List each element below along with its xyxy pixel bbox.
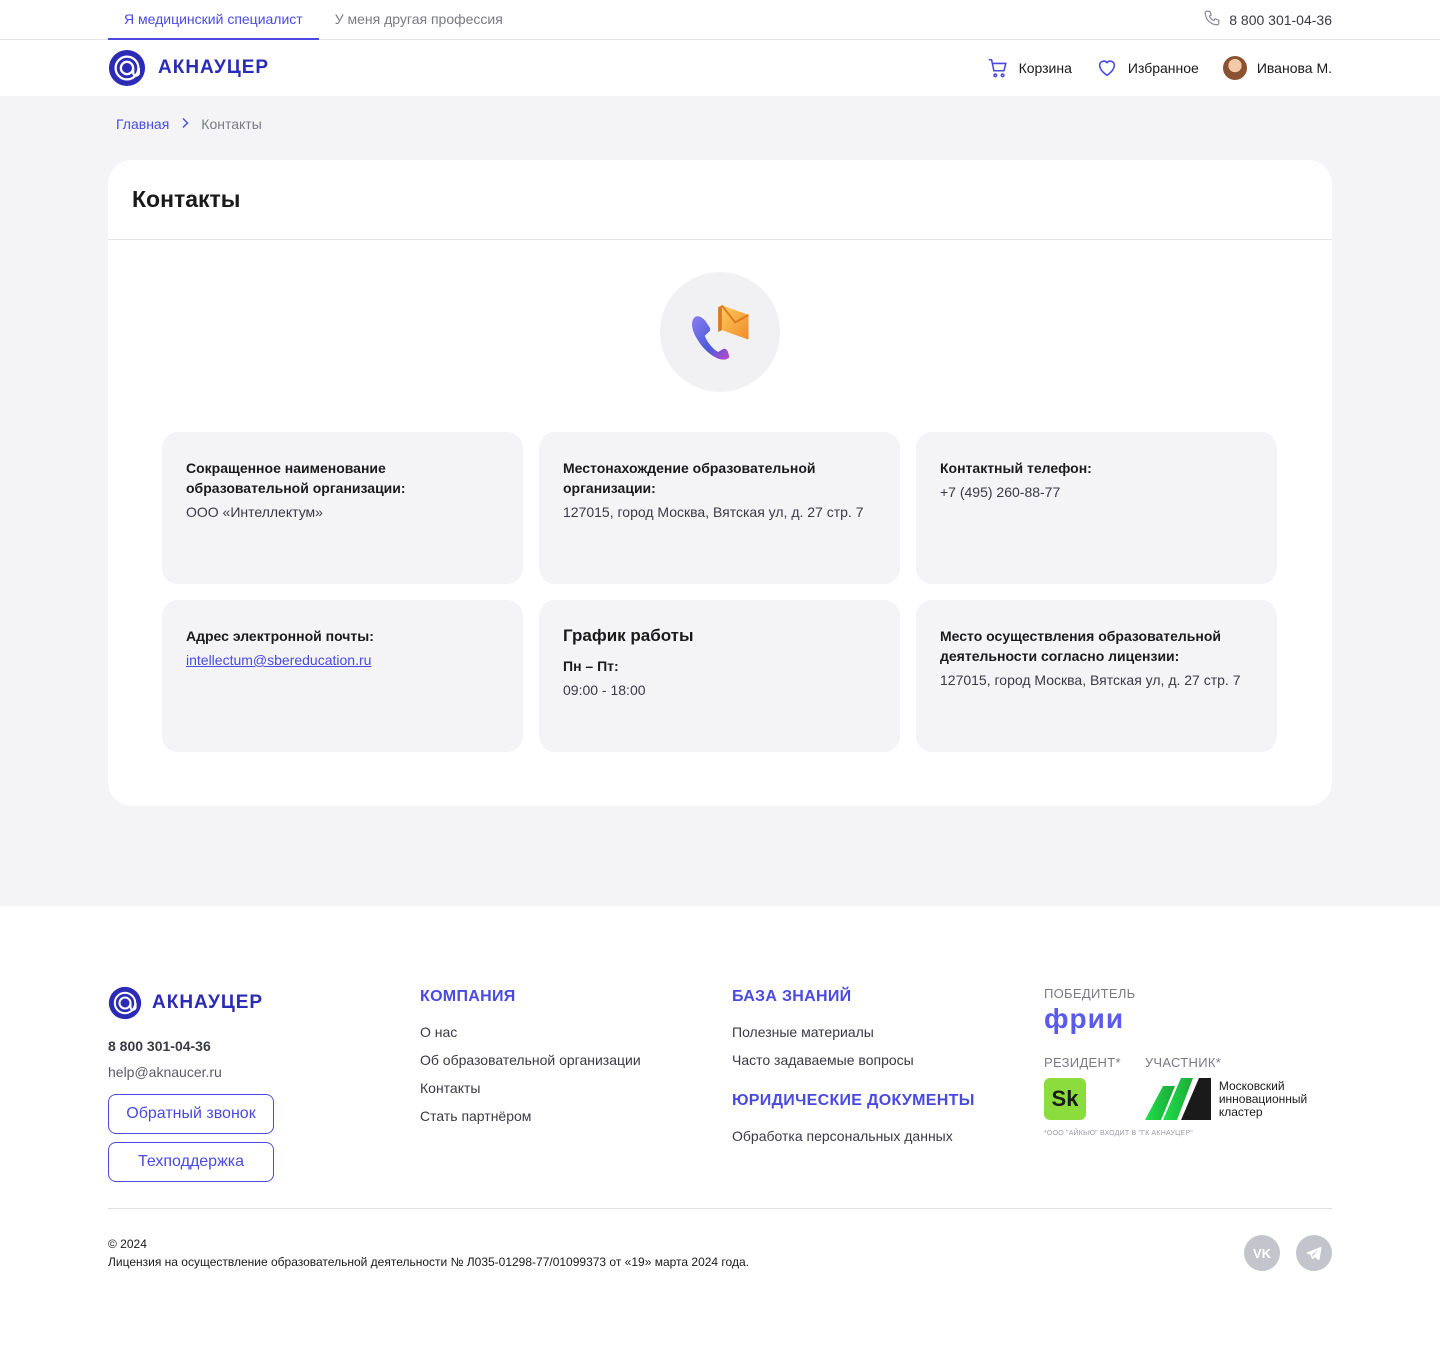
- knowledge-heading: БАЗА ЗНАНИЙ: [732, 988, 852, 1005]
- footer-awards-column: ПОБЕДИТЕЛЬ фрии РЕЗИДЕНТ* Sk УЧАСТНИК* М…: [1044, 986, 1332, 1204]
- footer-contacts-column: АКНАУЦЕР 8 800 301-04-36 help@aknaucer.r…: [108, 986, 420, 1204]
- short-name-label: Сокращенное наименование образовательной…: [186, 460, 406, 496]
- license-place-card: Место осуществления образовательной деят…: [916, 600, 1277, 752]
- user-profile[interactable]: Иванова М.: [1222, 56, 1332, 80]
- tab-other-profession[interactable]: У меня другая профессия: [319, 0, 519, 40]
- contacts-grid: Сокращенное наименование образовательной…: [108, 432, 1332, 752]
- vk-icon[interactable]: VK: [1244, 1235, 1280, 1271]
- contacts-illustration: [660, 272, 780, 392]
- contact-phone-value[interactable]: +7 (495) 260-88-77: [940, 482, 1253, 502]
- copyright: © 2024: [108, 1237, 147, 1251]
- cluster-text: Московский инновационный кластер: [1218, 1078, 1308, 1119]
- footer-logo[interactable]: АКНАУЦЕР: [108, 986, 420, 1020]
- winner-heading: ПОБЕДИТЕЛЬ: [1044, 986, 1136, 1001]
- moscow-cluster-logo: Московский инновационный кластер: [1144, 1078, 1329, 1120]
- page-title: Контакты: [132, 186, 241, 212]
- legal-heading: ЮРИДИЧЕСКИЕ ДОКУМЕНТЫ: [732, 1092, 975, 1109]
- resident-heading: РЕЗИДЕНТ*: [1044, 1055, 1121, 1070]
- footer-columns: АКНАУЦЕР 8 800 301-04-36 help@aknaucer.r…: [108, 986, 1332, 1204]
- skolkovo-logo: Sk: [1044, 1078, 1086, 1120]
- location-card: Местонахождение образовательной организа…: [539, 432, 900, 584]
- phone-icon: [1203, 9, 1221, 30]
- footer-bottom: © 2024 Лицензия на осуществление образов…: [108, 1208, 1332, 1351]
- schedule-card: График работы Пн – Пт: 09:00 - 18:00: [539, 600, 900, 752]
- frii-logo: фрии: [1044, 1003, 1125, 1034]
- telegram-icon[interactable]: [1296, 1235, 1332, 1271]
- footer-link-faq[interactable]: Часто задаваемые вопросы: [732, 1052, 1044, 1068]
- favorites-label: Избранное: [1127, 60, 1199, 76]
- license-text: Лицензия на осуществление образовательно…: [108, 1255, 749, 1269]
- email-card: Адрес электронной почты: intellectum@sbe…: [162, 600, 523, 752]
- audience-tabs: Я медицинский специалист У меня другая п…: [108, 0, 519, 40]
- callback-button[interactable]: Обратный звонок: [108, 1094, 274, 1134]
- cart-label: Корзина: [1018, 60, 1072, 76]
- legal-info: © 2024 Лицензия на осуществление образов…: [108, 1235, 749, 1271]
- phone-card: Контактный телефон: +7 (495) 260-88-77: [916, 432, 1277, 584]
- badges-row: РЕЗИДЕНТ* Sk УЧАСТНИК* Московский иннова…: [1044, 1055, 1332, 1120]
- footer-knowledge-column: БАЗА ЗНАНИЙ Полезные материалы Часто зад…: [732, 986, 1044, 1204]
- logo-mark-icon: [108, 986, 142, 1020]
- cart-link[interactable]: Корзина: [987, 57, 1072, 79]
- breadcrumb: Главная Контакты: [108, 116, 1332, 132]
- short-name-card: Сокращенное наименование образовательной…: [162, 432, 523, 584]
- logo-text: АКНАУЦЕР: [158, 57, 270, 78]
- favorites-link[interactable]: Избранное: [1096, 57, 1199, 79]
- schedule-title: График работы: [563, 626, 694, 645]
- support-button[interactable]: Техподдержка: [108, 1142, 274, 1182]
- card-header: Контакты: [108, 160, 1332, 240]
- resident-badge: РЕЗИДЕНТ* Sk: [1044, 1055, 1121, 1120]
- email-label: Адрес электронной почты:: [186, 628, 374, 644]
- breadcrumb-current: Контакты: [201, 116, 262, 132]
- participant-badge: УЧАСТНИК* Московский инновационный класт…: [1144, 1055, 1329, 1120]
- footer-logo-text: АКНАУЦЕР: [152, 992, 264, 1013]
- heart-icon: [1098, 60, 1116, 77]
- top-phone-number: 8 800 301-04-36: [1229, 11, 1332, 28]
- footer-link-about[interactable]: О нас: [420, 1024, 732, 1040]
- footer-phone[interactable]: 8 800 301-04-36: [108, 1038, 420, 1054]
- cluster-mark-icon: [1144, 1078, 1211, 1120]
- breadcrumb-home[interactable]: Главная: [116, 116, 169, 132]
- footer-link-personal-data[interactable]: Обработка персональных данных: [732, 1128, 1044, 1144]
- main-content: Главная Контакты Контакты Сокращенное на…: [0, 96, 1440, 906]
- footer-link-materials[interactable]: Полезные материалы: [732, 1024, 1044, 1040]
- footer-link-contacts[interactable]: Контакты: [420, 1080, 732, 1096]
- chevron-right-icon: [179, 116, 191, 132]
- company-heading: КОМПАНИЯ: [420, 988, 516, 1005]
- location-label: Местонахождение образовательной организа…: [563, 460, 816, 496]
- license-place-value: 127015, город Москва, Вятская ул, д. 27 …: [940, 672, 1241, 688]
- social-links: VK: [1244, 1235, 1332, 1271]
- license-place-label: Место осуществления образовательной деят…: [940, 628, 1222, 664]
- logo-mark-icon: [108, 49, 146, 87]
- group-note: *ООО "АЙКЬЮ" ВХОДИТ В "ГК АКНАУЦЕР": [1044, 1130, 1193, 1137]
- header-nav: Корзина Избранное Иванова М.: [987, 56, 1332, 80]
- site-footer: АКНАУЦЕР 8 800 301-04-36 help@aknaucer.r…: [0, 906, 1440, 1351]
- site-logo[interactable]: АКНАУЦЕР: [108, 49, 269, 87]
- footer-email[interactable]: help@aknaucer.ru: [108, 1064, 420, 1080]
- footer-link-partner[interactable]: Стать партнёром: [420, 1108, 732, 1124]
- user-name: Иванова М.: [1256, 60, 1332, 76]
- footer-link-edu-org[interactable]: Об образовательной организации: [420, 1052, 732, 1068]
- cart-icon: [988, 58, 1007, 78]
- location-value: 127015, город Москва, Вятская ул, д. 27 …: [563, 504, 864, 520]
- tab-medical-specialist[interactable]: Я медицинский специалист: [108, 0, 319, 40]
- footer-company-column: КОМПАНИЯ О нас Об образовательной органи…: [420, 986, 732, 1204]
- avatar: [1222, 56, 1247, 80]
- short-name-value: ООО «Интеллектум»: [186, 504, 323, 520]
- participant-heading: УЧАСТНИК*: [1144, 1055, 1222, 1070]
- schedule-hours: 09:00 - 18:00: [563, 682, 646, 698]
- site-header: АКНАУЦЕР Корзина Избранное Иванова М.: [0, 40, 1440, 96]
- top-phone[interactable]: 8 800 301-04-36: [1203, 9, 1332, 30]
- schedule-days: Пн – Пт:: [563, 658, 619, 674]
- email-link[interactable]: intellectum@sbereducation.ru: [186, 652, 371, 668]
- phone-envelope-icon: [692, 304, 749, 360]
- top-bar: Я медицинский специалист У меня другая п…: [0, 0, 1440, 40]
- contact-phone-label: Контактный телефон:: [940, 460, 1092, 476]
- contacts-card: Контакты Сокращенное наименование образо…: [108, 160, 1332, 806]
